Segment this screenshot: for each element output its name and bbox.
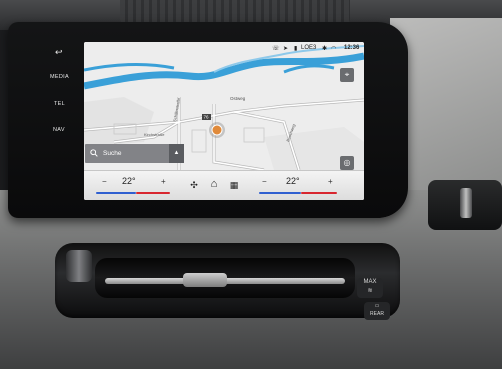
nav-arrow-icon: ➤ bbox=[283, 46, 289, 52]
search-label: Suche bbox=[103, 150, 122, 157]
right-vent-knob[interactable] bbox=[460, 188, 472, 218]
chevron-up-icon[interactable]: ▲ bbox=[169, 144, 184, 163]
road-label-kirch: Kirchstraße bbox=[144, 132, 165, 137]
defrost-icon: ≋ bbox=[367, 288, 373, 294]
target-icon: ◎ bbox=[343, 158, 351, 167]
left-temp[interactable]: 22° bbox=[122, 176, 136, 186]
left-temp-bar-warm bbox=[136, 192, 170, 194]
search-field[interactable]: Suche ▲ bbox=[85, 144, 184, 163]
infotainment-screen: Ostweg Schillerstraße Kirchstraße Buschw… bbox=[84, 42, 364, 200]
search-icon bbox=[90, 149, 98, 157]
network-label: LOE3 bbox=[301, 45, 317, 51]
bluetooth-icon: ✱ bbox=[322, 46, 328, 52]
home-icon[interactable]: ⌂ bbox=[208, 178, 220, 190]
right-temp-bar-warm bbox=[301, 192, 337, 194]
max-defrost-button[interactable]: MAX ≋ bbox=[357, 278, 383, 298]
vent-knob[interactable] bbox=[183, 273, 227, 287]
vent-left-knob[interactable] bbox=[66, 250, 92, 282]
road-label-ostweg: Ostweg bbox=[230, 96, 246, 101]
status-bar: ☏ ➤ ▮ LOE3 ✱ ◠ 12:36 bbox=[268, 43, 364, 54]
climate-bar: − 22° + ✣ ⌂ ▦ − 22° + bbox=[84, 170, 364, 200]
max-label: MAX bbox=[363, 279, 377, 285]
media-button[interactable]: MEDIA bbox=[50, 74, 69, 80]
compass-button[interactable]: ⌖ bbox=[340, 68, 354, 82]
left-temp-bar-cool bbox=[96, 192, 136, 194]
rear-defrost-icon: ▭ bbox=[374, 303, 380, 309]
compass-icon: ⌖ bbox=[344, 70, 350, 79]
right-temp-minus[interactable]: − bbox=[262, 177, 267, 186]
right-temp-bar-cool bbox=[259, 192, 301, 194]
left-temp-plus[interactable]: + bbox=[161, 177, 166, 186]
fan-icon[interactable]: ✣ bbox=[188, 179, 200, 191]
apps-icon[interactable]: ▦ bbox=[228, 179, 240, 191]
signal-icon: ▮ bbox=[294, 46, 298, 52]
left-temp-minus[interactable]: − bbox=[102, 177, 107, 186]
right-temp-plus[interactable]: + bbox=[328, 177, 333, 186]
rear-label: REAR bbox=[370, 311, 384, 317]
clock: 12:36 bbox=[344, 45, 360, 51]
route-badge-label: 76 bbox=[204, 115, 210, 120]
rear-defrost-button[interactable]: ▭ REAR bbox=[364, 302, 390, 320]
right-temp[interactable]: 22° bbox=[286, 176, 300, 186]
phone-icon: ☏ bbox=[272, 46, 280, 52]
tel-button[interactable]: TEL bbox=[54, 101, 65, 107]
locate-button[interactable]: ◎ bbox=[340, 156, 354, 170]
back-button[interactable]: ↩ bbox=[55, 47, 63, 58]
wifi-icon: ◠ bbox=[331, 46, 337, 52]
nav-button[interactable]: NAV bbox=[53, 127, 65, 133]
current-position-icon bbox=[211, 124, 223, 136]
